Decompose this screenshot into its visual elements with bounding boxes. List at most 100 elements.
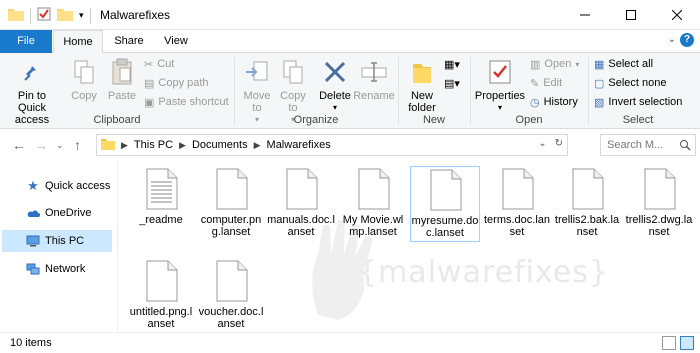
file-item[interactable]: terms.doc.lanset xyxy=(482,160,552,238)
easy-access-button[interactable]: ▤▾ xyxy=(444,74,460,92)
blank-file-icon xyxy=(644,168,676,210)
select-none-icon: ▢ xyxy=(594,77,605,90)
select-all-button[interactable]: ▦ Select all xyxy=(594,55,653,73)
open-button[interactable]: ▥ Open ▾ xyxy=(530,55,579,73)
paste-icon xyxy=(106,57,138,87)
file-name: voucher.doc.lanset xyxy=(198,306,264,330)
file-item[interactable]: voucher.doc.lanset xyxy=(196,252,266,330)
file-name: manuals.doc.lanset xyxy=(267,214,335,238)
file-item[interactable]: trellis2.dwg.lanset xyxy=(624,160,694,238)
sidebar-item-quick-access[interactable]: ★ Quick access xyxy=(2,175,112,197)
open-icon: ▥ xyxy=(530,58,541,71)
back-arrow-icon[interactable]: ← xyxy=(12,137,26,153)
computer-icon xyxy=(26,234,40,248)
maximize-button[interactable] xyxy=(608,0,654,30)
select-all-label: Select all xyxy=(608,58,654,70)
file-item[interactable]: computer.png.lanset xyxy=(196,160,266,238)
blank-file-icon xyxy=(502,168,534,210)
select-none-button[interactable]: ▢ Select none xyxy=(594,74,667,92)
blank-file-icon xyxy=(572,168,604,210)
watermark-logo: {malwarefixes} xyxy=(358,255,609,290)
dropdown-arrow-icon: ▾ xyxy=(332,103,337,112)
search-input[interactable]: Search M... xyxy=(600,134,696,156)
properties-check-icon[interactable] xyxy=(37,7,51,24)
invert-selection-label: Invert selection xyxy=(608,96,683,108)
recent-locations-icon[interactable]: ⌄ xyxy=(56,140,64,151)
select-all-icon: ▦ xyxy=(594,58,605,71)
network-icon xyxy=(26,262,40,276)
tab-view[interactable]: View xyxy=(155,30,197,53)
copy-path-icon: ▤ xyxy=(144,77,155,90)
copy-path-button[interactable]: ▤ Copy path xyxy=(144,74,209,92)
sidebar-item-network[interactable]: Network xyxy=(2,258,112,280)
copy-icon xyxy=(68,57,100,87)
copy-button[interactable]: Copy xyxy=(64,57,104,102)
sidebar-item-this-pc[interactable]: This PC xyxy=(2,230,112,252)
folder-icon xyxy=(101,138,115,153)
paste-shortcut-label: Paste shortcut xyxy=(158,96,229,108)
delete-label: Delete xyxy=(319,90,351,102)
cut-button[interactable]: ✂ Cut xyxy=(144,55,174,73)
easy-access-icon: ▤▾ xyxy=(444,77,460,90)
properties-button[interactable]: Properties ▾ xyxy=(474,57,526,114)
breadcrumb-this-pc[interactable]: This PC xyxy=(134,139,173,151)
sidebar-item-onedrive[interactable]: OneDrive xyxy=(2,202,112,224)
breadcrumb-documents[interactable]: Documents xyxy=(192,139,248,151)
new-folder-label: New folder xyxy=(408,90,436,114)
qat-divider xyxy=(30,7,31,24)
cut-label: Cut xyxy=(157,58,175,70)
file-item[interactable]: untitled.png.lanset xyxy=(126,252,196,330)
address-history-icon[interactable]: ⌄ xyxy=(538,138,546,149)
file-item[interactable]: myresume.doc.lanset xyxy=(410,166,480,242)
edit-button[interactable]: ✎ Edit xyxy=(530,74,562,92)
address-bar[interactable]: ▶ This PC ▶ Documents ▶ Malwarefixes ⌄ ↻ xyxy=(96,134,568,156)
new-folder-button[interactable]: New folder xyxy=(404,57,440,114)
new-folder-icon[interactable] xyxy=(57,7,73,24)
help-icon[interactable]: ? xyxy=(680,33,694,47)
breadcrumb-chevron-icon: ▶ xyxy=(121,139,128,150)
edit-icon: ✎ xyxy=(530,77,540,90)
close-button[interactable] xyxy=(654,0,700,30)
blank-file-icon xyxy=(430,169,462,211)
history-button[interactable]: ◷ History xyxy=(530,93,578,111)
collapse-ribbon-icon[interactable]: ⌄ xyxy=(668,34,676,45)
qat-divider xyxy=(89,7,91,24)
new-folder-icon xyxy=(406,57,438,87)
breadcrumb-chevron-icon: ▶ xyxy=(253,139,261,150)
properties-icon xyxy=(484,57,516,87)
file-name: _readme xyxy=(139,214,183,226)
folder-icon[interactable] xyxy=(8,7,24,24)
file-item[interactable]: _readme xyxy=(126,160,196,226)
copy-to-icon xyxy=(277,57,309,87)
customize-qat-icon[interactable]: ▾ xyxy=(79,10,84,21)
minimize-button[interactable] xyxy=(562,0,608,30)
file-item[interactable]: manuals.doc.lanset xyxy=(266,160,336,238)
blank-file-icon xyxy=(146,260,178,302)
paste-button[interactable]: Paste xyxy=(104,57,140,102)
breadcrumb-chevron-icon: ▶ xyxy=(179,139,186,150)
new-item-button[interactable]: ▦▾ xyxy=(444,55,460,73)
file-item[interactable]: My Movie.wlmp.lanset xyxy=(338,160,408,238)
address-row: ← → ⌄ ↑ ▶ This PC ▶ Documents ▶ Malwaref… xyxy=(0,129,700,160)
details-view-icon[interactable] xyxy=(662,336,676,350)
invert-selection-button[interactable]: ▧ Invert selection xyxy=(594,93,682,111)
view-switcher xyxy=(662,336,694,350)
forward-arrow-icon[interactable]: → xyxy=(34,137,48,153)
delete-x-icon xyxy=(319,57,351,87)
tab-home[interactable]: Home xyxy=(53,30,103,54)
file-name: My Movie.wlmp.lanset xyxy=(342,214,404,238)
copy-label: Copy xyxy=(71,90,97,102)
file-name: trellis2.bak.lanset xyxy=(554,214,620,238)
tab-share[interactable]: Share xyxy=(108,30,150,53)
delete-button[interactable]: Delete ▾ xyxy=(318,57,352,114)
refresh-icon[interactable]: ↻ xyxy=(555,138,563,149)
breadcrumb-malwarefixes[interactable]: Malwarefixes xyxy=(267,139,331,151)
up-arrow-icon[interactable]: ↑ xyxy=(74,137,81,153)
tab-file[interactable]: File xyxy=(0,30,52,53)
paste-shortcut-button[interactable]: ▣ Paste shortcut xyxy=(144,93,229,111)
large-icons-view-icon[interactable] xyxy=(680,336,694,350)
rename-button[interactable]: Rename xyxy=(353,57,395,102)
file-item[interactable]: trellis2.bak.lanset xyxy=(552,160,622,238)
new-item-icon: ▦▾ xyxy=(444,58,460,71)
history-label: History xyxy=(543,96,578,108)
